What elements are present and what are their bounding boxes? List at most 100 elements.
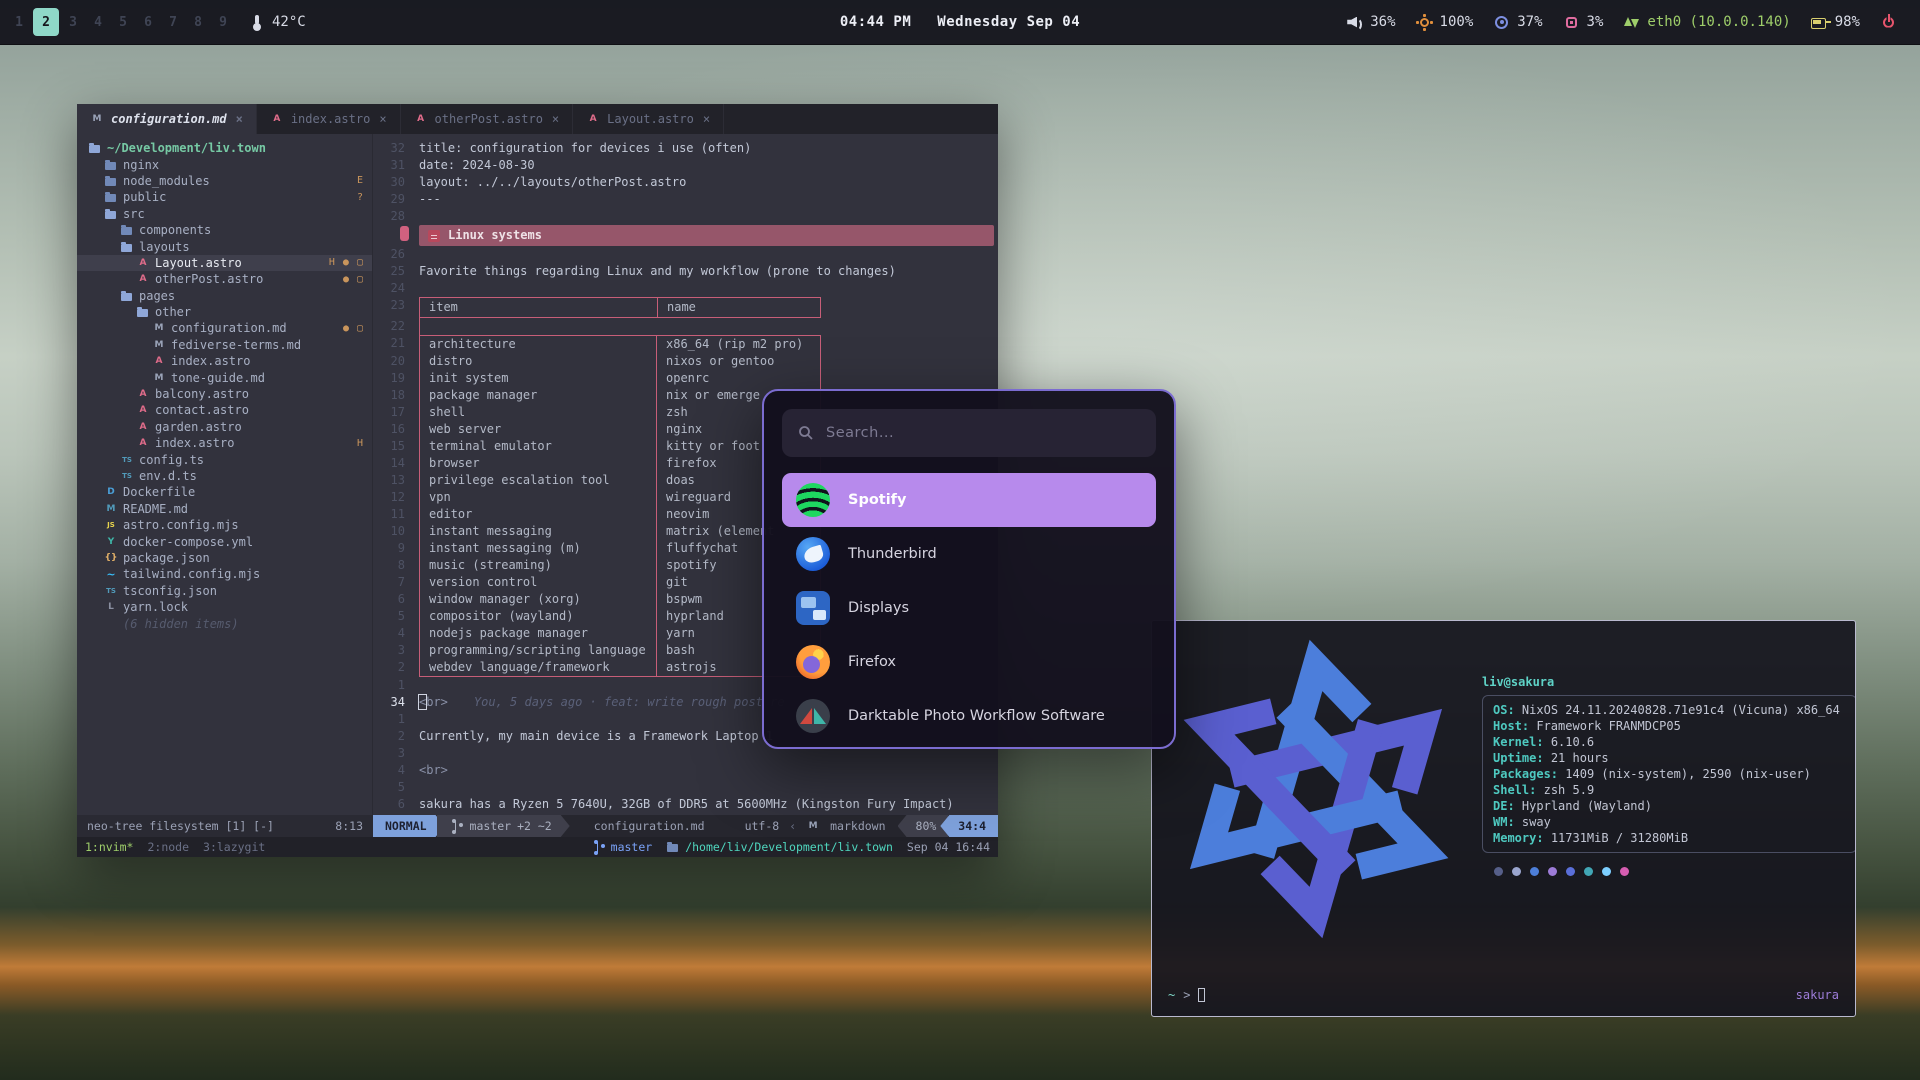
gear-module[interactable]: 100% bbox=[1416, 14, 1474, 31]
network-module[interactable]: eth0 (10.0.0.140) bbox=[1623, 14, 1790, 31]
workspace-button[interactable]: 4 bbox=[87, 8, 109, 36]
table-cell-item: terminal emulator bbox=[419, 438, 657, 455]
launcher-item[interactable]: Darktable Photo Workflow Software bbox=[782, 689, 1156, 743]
editor-tab[interactable]: index.astro × bbox=[257, 104, 401, 134]
file-tree-item[interactable]: yarn.lock bbox=[77, 599, 372, 615]
fetch-info-value: Framework FRANMDCP05 bbox=[1536, 719, 1681, 733]
file-tree-item[interactable]: otherPost.astro ● ▢ bbox=[77, 271, 372, 287]
thermometer-icon bbox=[248, 14, 265, 31]
ts-icon bbox=[104, 584, 118, 598]
file-tree-item[interactable]: configuration.md ● ▢ bbox=[77, 320, 372, 336]
file-tree-item[interactable]: balcony.astro bbox=[77, 386, 372, 402]
file-tree-item[interactable]: config.ts bbox=[77, 451, 372, 467]
tmux-window[interactable]: 2:node bbox=[147, 840, 189, 854]
table-row: 21 architecture x86_64 (rip m2 pro) bbox=[373, 335, 998, 353]
editor-tab[interactable]: otherPost.astro × bbox=[401, 104, 574, 134]
file-tree-item[interactable]: index.astro bbox=[77, 353, 372, 369]
close-tab-icon[interactable]: × bbox=[703, 112, 710, 126]
file-tree-item[interactable]: (6 hidden items) bbox=[77, 615, 372, 631]
power-module[interactable] bbox=[1880, 14, 1904, 31]
file-tree-item[interactable]: pages bbox=[77, 288, 372, 304]
clock[interactable]: 04:44 PM Wednesday Sep 04 bbox=[840, 14, 1080, 30]
launcher-item[interactable]: Spotify bbox=[782, 473, 1156, 527]
disk-module[interactable]: 37% bbox=[1493, 14, 1542, 31]
workspace-button[interactable]: 7 bbox=[162, 8, 184, 36]
fetch-info-label: Memory: bbox=[1493, 831, 1544, 845]
terminal-window[interactable]: liv@sakura OS: NixOS 24.11.20240828.71e9… bbox=[1151, 620, 1856, 1017]
file-tree-item[interactable]: other bbox=[77, 304, 372, 320]
workspace-button[interactable]: 8 bbox=[187, 8, 209, 36]
fetch-info-value: 1409 (nix-system), 2590 (nix-user) bbox=[1565, 767, 1811, 781]
palette-dot bbox=[1584, 867, 1593, 876]
battery-module[interactable]: 98% bbox=[1811, 14, 1860, 31]
table-border-stub bbox=[419, 318, 657, 335]
line-number: 28 bbox=[373, 208, 419, 225]
file-tree-item[interactable]: components bbox=[77, 222, 372, 238]
file-tree-item[interactable]: fediverse-terms.md bbox=[77, 337, 372, 353]
volume-module[interactable]: 36% bbox=[1346, 14, 1395, 31]
editor-tab[interactable]: configuration.md × bbox=[77, 104, 257, 134]
prompt-char: > bbox=[1183, 988, 1190, 1002]
file-tree-item[interactable]: node_modules E bbox=[77, 173, 372, 189]
file-tree-item[interactable]: Dockerfile bbox=[77, 484, 372, 500]
close-tab-icon[interactable]: × bbox=[552, 112, 559, 126]
editor-tab[interactable]: Layout.astro × bbox=[573, 104, 724, 134]
file-tree-item[interactable]: layouts bbox=[77, 238, 372, 254]
palette-dot bbox=[1494, 867, 1503, 876]
launcher-item[interactable]: Displays bbox=[782, 581, 1156, 635]
shell-prompt[interactable]: ~ > bbox=[1168, 988, 1205, 1002]
file-tree-item[interactable]: nginx bbox=[77, 156, 372, 172]
battery-icon bbox=[1811, 14, 1828, 31]
workspace-button[interactable]: 5 bbox=[112, 8, 134, 36]
cpu-module[interactable]: 3% bbox=[1563, 14, 1604, 31]
launcher-item-label: Spotify bbox=[848, 492, 906, 508]
tree-item-label: tailwind.config.mjs bbox=[123, 567, 260, 581]
file-tree-item[interactable]: src bbox=[77, 206, 372, 222]
line-number: 1 bbox=[373, 711, 419, 728]
close-tab-icon[interactable]: × bbox=[236, 112, 243, 126]
file-tree-item[interactable]: astro.config.mjs bbox=[77, 517, 372, 533]
line-number: 9 bbox=[373, 540, 419, 557]
tmux-window[interactable]: 3:lazygit bbox=[203, 840, 265, 854]
workspace-button[interactable]: 1 bbox=[8, 8, 30, 36]
tabline: configuration.md × index.astro × otherPo… bbox=[77, 104, 998, 134]
workspace-button[interactable]: 2 bbox=[33, 8, 59, 36]
file-tree-item[interactable]: tailwind.config.mjs bbox=[77, 566, 372, 582]
tree-item-label: fediverse-terms.md bbox=[171, 338, 301, 352]
workspace-button[interactable]: 6 bbox=[137, 8, 159, 36]
file-tree-item[interactable]: docker-compose.yml bbox=[77, 533, 372, 549]
line-number: 22 bbox=[373, 318, 419, 335]
tmux-git-branch: master bbox=[597, 840, 653, 854]
palette-dot bbox=[1566, 867, 1575, 876]
palette-dot bbox=[1602, 867, 1611, 876]
table-cell-item: compositor (wayland) bbox=[419, 608, 657, 625]
file-tree-item[interactable]: Layout.astro H ● ▢ bbox=[77, 255, 372, 271]
clock-date: Wednesday Sep 04 bbox=[937, 14, 1080, 30]
file-tree-item[interactable]: index.astro H bbox=[77, 435, 372, 451]
fetch-info-value: 21 hours bbox=[1551, 751, 1609, 765]
line-number: 29 bbox=[373, 191, 419, 208]
temperature-module[interactable]: 42°C bbox=[248, 14, 306, 31]
file-tree-item[interactable]: README.md bbox=[77, 501, 372, 517]
file-tree-item[interactable]: garden.astro bbox=[77, 419, 372, 435]
launcher-item[interactable]: Firefox bbox=[782, 635, 1156, 689]
file-tree-item[interactable]: ~/Development/liv.town bbox=[77, 140, 372, 156]
file-tree-item[interactable]: public ? bbox=[77, 189, 372, 205]
launcher-item-label: Firefox bbox=[848, 654, 896, 670]
file-tree-item[interactable]: tsconfig.json bbox=[77, 583, 372, 599]
file-tree-item[interactable]: tone-guide.md bbox=[77, 369, 372, 385]
network-icon bbox=[1623, 14, 1640, 31]
file-tree-item[interactable]: package.json bbox=[77, 550, 372, 566]
file-tree-item[interactable]: env.d.ts bbox=[77, 468, 372, 484]
tree-item-label: Layout.astro bbox=[155, 256, 242, 270]
table-header-name: name bbox=[657, 297, 821, 318]
close-tab-icon[interactable]: × bbox=[379, 112, 386, 126]
module-value: 100% bbox=[1440, 14, 1474, 30]
file-tree-item[interactable]: contact.astro bbox=[77, 402, 372, 418]
workspace-button[interactable]: 3 bbox=[62, 8, 84, 36]
launcher-search-input[interactable]: Search... bbox=[782, 409, 1156, 457]
workspace-button[interactable]: 9 bbox=[212, 8, 234, 36]
launcher-item[interactable]: Thunderbird bbox=[782, 527, 1156, 581]
tmux-window[interactable]: 1:nvim* bbox=[85, 840, 133, 854]
tab-label: index.astro bbox=[291, 112, 370, 126]
